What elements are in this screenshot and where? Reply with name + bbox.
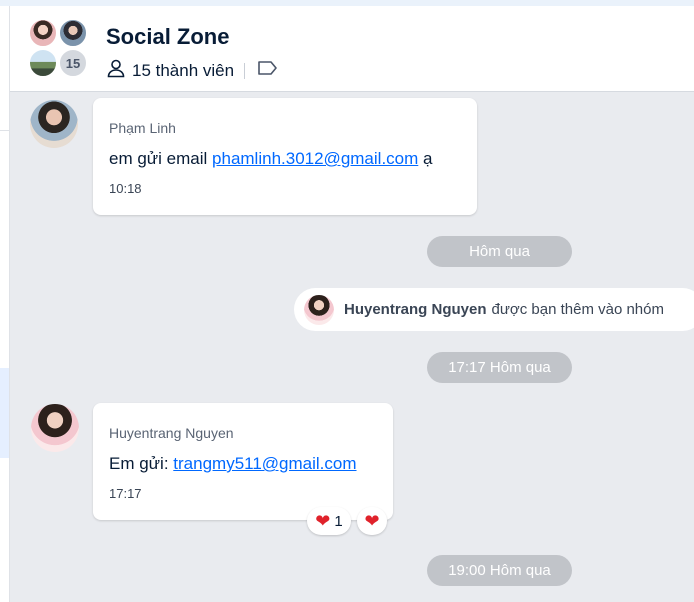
message-text-prefix: Em gửi: [109, 454, 174, 473]
group-title[interactable]: Social Zone [106, 24, 229, 50]
message-text-prefix: em gửi email [109, 149, 213, 168]
sender-avatar[interactable] [30, 100, 78, 148]
tag-icon[interactable] [257, 60, 285, 81]
sender-name: Huyentrang Nguyen [109, 425, 234, 441]
header-divider [244, 62, 246, 79]
message-time: 10:18 [109, 181, 142, 196]
message-bubble[interactable]: Phạm Linh em gửi email phamlinh.3012@gma… [93, 98, 477, 215]
add-reaction-button[interactable]: ❤ [357, 507, 387, 535]
message-text-suffix: ạ [418, 149, 433, 168]
notice-avatar[interactable] [304, 294, 334, 325]
list-divider [0, 130, 9, 131]
heart-icon: ❤ [364, 511, 380, 531]
time-separator: 17:17 Hôm qua [427, 352, 572, 383]
heart-icon: ❤ [315, 511, 331, 531]
message-text: em gửi email phamlinh.3012@gmail.com ạ [109, 149, 432, 169]
notice-text: được bạn thêm vào nhóm [491, 301, 664, 318]
email-link[interactable]: phamlinh.3012@gmail.com [212, 149, 418, 168]
system-notice: Huyentrang Nguyen được bạn thêm vào nhóm [294, 288, 694, 331]
date-separator: Hôm qua [427, 236, 572, 267]
member-avatar [28, 48, 58, 78]
conversation-list-edge [0, 6, 10, 602]
chat-header: 15 Social Zone 15 thành viên [10, 6, 694, 92]
time-separator: 19:00 Hôm qua [427, 555, 572, 586]
notice-user-name[interactable]: Huyentrang Nguyen [344, 301, 487, 318]
member-count[interactable]: 15 thành viên [132, 61, 234, 81]
sender-avatar[interactable] [31, 404, 79, 452]
sender-name: Phạm Linh [109, 120, 176, 136]
message-bubble[interactable]: Huyentrang Nguyen Em gửi: trangmy511@gma… [93, 403, 393, 520]
reaction-count: 1 [334, 512, 343, 530]
member-avatar [58, 18, 88, 48]
member-avatar [28, 18, 58, 48]
member-icon[interactable] [106, 58, 132, 83]
reaction-summary[interactable]: ❤ 1 [307, 507, 351, 535]
group-avatar[interactable]: 15 [28, 18, 92, 82]
selected-conversation-edge[interactable] [0, 368, 9, 458]
more-members-count: 15 [58, 48, 88, 78]
message-text: Em gửi: trangmy511@gmail.com [109, 454, 357, 474]
email-link[interactable]: trangmy511@gmail.com [173, 454, 356, 473]
message-time: 17:17 [109, 486, 142, 501]
member-info: 15 thành viên [106, 58, 285, 83]
